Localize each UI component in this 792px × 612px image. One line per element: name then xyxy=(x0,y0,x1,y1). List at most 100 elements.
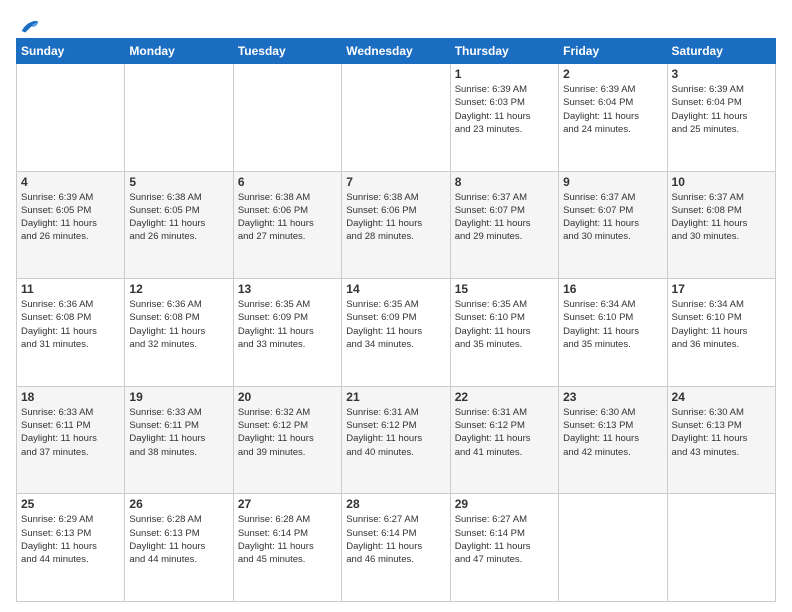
calendar-cell xyxy=(342,64,450,172)
day-number: 25 xyxy=(21,497,120,511)
day-number: 14 xyxy=(346,282,445,296)
day-number: 24 xyxy=(672,390,771,404)
calendar-cell: 15Sunrise: 6:35 AM Sunset: 6:10 PM Dayli… xyxy=(450,279,558,387)
day-number: 27 xyxy=(238,497,337,511)
calendar-cell: 5 Sunrise: 6:38 AM Sunset: 6:05 PM Daylig… xyxy=(125,171,233,279)
calendar-cell: 27 Sunrise: 6:28 AM Sunset: 6:14 PM Dayli… xyxy=(233,494,341,602)
day-number: 5 xyxy=(129,175,228,189)
calendar-cell: 2 Sunrise: 6:39 AM Sunset: 6:04 PM Daylig… xyxy=(559,64,667,172)
day-number: 18 xyxy=(21,390,120,404)
day-info: Sunrise: 6:31 AM Sunset: 6:12 PM Dayligh… xyxy=(455,406,554,459)
day-info: Sunrise: 6:35 AM Sunset: 6:10 PM Dayligh… xyxy=(455,298,554,351)
day-info: Sunrise: 6:31 AM Sunset: 6:12 PM Dayligh… xyxy=(346,406,445,459)
calendar-cell: 13 Sunrise: 6:35 AM Sunset: 6:09 PM Dayli… xyxy=(233,279,341,387)
day-info: Sunrise: 6:37 AM Sunset: 6:07 PM Dayligh… xyxy=(563,191,662,244)
day-info: Sunrise: 6:39 AM Sunset: 6:04 PM Dayligh… xyxy=(563,83,662,136)
calendar-cell: 1 Sunrise: 6:39 AM Sunset: 6:03 PM Daylig… xyxy=(450,64,558,172)
day-number: 26 xyxy=(129,497,228,511)
calendar-cell: 11 Sunrise: 6:36 AM Sunset: 6:08 PM Dayli… xyxy=(17,279,125,387)
day-info: Sunrise: 6:39 AM Sunset: 6:04 PM Dayligh… xyxy=(672,83,771,136)
header xyxy=(16,12,776,34)
weekday-header-wednesday: Wednesday xyxy=(342,39,450,64)
day-number: 7 xyxy=(346,175,445,189)
day-info: Sunrise: 6:37 AM Sunset: 6:08 PM Dayligh… xyxy=(672,191,771,244)
calendar-cell xyxy=(233,64,341,172)
calendar-cell: 16 Sunrise: 6:34 AM Sunset: 6:10 PM Dayli… xyxy=(559,279,667,387)
day-number: 21 xyxy=(346,390,445,404)
weekday-header-thursday: Thursday xyxy=(450,39,558,64)
day-info: Sunrise: 6:39 AM Sunset: 6:05 PM Dayligh… xyxy=(21,191,120,244)
day-number: 19 xyxy=(129,390,228,404)
calendar-table: SundayMondayTuesdayWednesdayThursdayFrid… xyxy=(16,38,776,602)
day-info: Sunrise: 6:37 AM Sunset: 6:07 PM Dayligh… xyxy=(455,191,554,244)
calendar-cell: 20Sunrise: 6:32 AM Sunset: 6:12 PM Dayli… xyxy=(233,386,341,494)
day-info: Sunrise: 6:38 AM Sunset: 6:05 PM Dayligh… xyxy=(129,191,228,244)
day-info: Sunrise: 6:33 AM Sunset: 6:11 PM Dayligh… xyxy=(21,406,120,459)
day-info: Sunrise: 6:35 AM Sunset: 6:09 PM Dayligh… xyxy=(346,298,445,351)
day-info: Sunrise: 6:33 AM Sunset: 6:11 PM Dayligh… xyxy=(129,406,228,459)
day-info: Sunrise: 6:35 AM Sunset: 6:09 PM Dayligh… xyxy=(238,298,337,351)
day-number: 16 xyxy=(563,282,662,296)
day-number: 1 xyxy=(455,67,554,81)
calendar-cell: 9 Sunrise: 6:37 AM Sunset: 6:07 PM Daylig… xyxy=(559,171,667,279)
day-info: Sunrise: 6:38 AM Sunset: 6:06 PM Dayligh… xyxy=(346,191,445,244)
day-number: 13 xyxy=(238,282,337,296)
day-number: 9 xyxy=(563,175,662,189)
calendar-cell: 6 Sunrise: 6:38 AM Sunset: 6:06 PM Daylig… xyxy=(233,171,341,279)
weekday-header-row: SundayMondayTuesdayWednesdayThursdayFrid… xyxy=(17,39,776,64)
calendar-cell: 22 Sunrise: 6:31 AM Sunset: 6:12 PM Dayli… xyxy=(450,386,558,494)
day-number: 29 xyxy=(455,497,554,511)
calendar-cell: 21 Sunrise: 6:31 AM Sunset: 6:12 PM Dayli… xyxy=(342,386,450,494)
day-number: 6 xyxy=(238,175,337,189)
calendar-cell: 26 Sunrise: 6:28 AM Sunset: 6:13 PM Dayli… xyxy=(125,494,233,602)
calendar-cell: 29 Sunrise: 6:27 AM Sunset: 6:14 PM Dayli… xyxy=(450,494,558,602)
calendar-cell xyxy=(125,64,233,172)
day-number: 28 xyxy=(346,497,445,511)
day-info: Sunrise: 6:38 AM Sunset: 6:06 PM Dayligh… xyxy=(238,191,337,244)
calendar-cell: 4 Sunrise: 6:39 AM Sunset: 6:05 PM Daylig… xyxy=(17,171,125,279)
weekday-header-sunday: Sunday xyxy=(17,39,125,64)
day-number: 10 xyxy=(672,175,771,189)
calendar-week-row: 1 Sunrise: 6:39 AM Sunset: 6:03 PM Daylig… xyxy=(17,64,776,172)
day-number: 3 xyxy=(672,67,771,81)
calendar-cell: 19 Sunrise: 6:33 AM Sunset: 6:11 PM Dayli… xyxy=(125,386,233,494)
day-info: Sunrise: 6:39 AM Sunset: 6:03 PM Dayligh… xyxy=(455,83,554,136)
calendar-cell: 25Sunrise: 6:29 AM Sunset: 6:13 PM Dayli… xyxy=(17,494,125,602)
day-info: Sunrise: 6:28 AM Sunset: 6:14 PM Dayligh… xyxy=(238,513,337,566)
calendar-cell: 17Sunrise: 6:34 AM Sunset: 6:10 PM Dayli… xyxy=(667,279,775,387)
day-number: 23 xyxy=(563,390,662,404)
calendar-cell: 24 Sunrise: 6:30 AM Sunset: 6:13 PM Dayli… xyxy=(667,386,775,494)
day-info: Sunrise: 6:36 AM Sunset: 6:08 PM Dayligh… xyxy=(129,298,228,351)
calendar-cell xyxy=(667,494,775,602)
calendar-cell xyxy=(559,494,667,602)
weekday-header-tuesday: Tuesday xyxy=(233,39,341,64)
day-number: 12 xyxy=(129,282,228,296)
day-info: Sunrise: 6:36 AM Sunset: 6:08 PM Dayligh… xyxy=(21,298,120,351)
weekday-header-monday: Monday xyxy=(125,39,233,64)
day-number: 4 xyxy=(21,175,120,189)
day-number: 2 xyxy=(563,67,662,81)
calendar-cell xyxy=(17,64,125,172)
calendar-cell: 10 Sunrise: 6:37 AM Sunset: 6:08 PM Dayli… xyxy=(667,171,775,279)
day-info: Sunrise: 6:27 AM Sunset: 6:14 PM Dayligh… xyxy=(455,513,554,566)
calendar-week-row: 4 Sunrise: 6:39 AM Sunset: 6:05 PM Daylig… xyxy=(17,171,776,279)
day-info: Sunrise: 6:32 AM Sunset: 6:12 PM Dayligh… xyxy=(238,406,337,459)
calendar-cell: 14 Sunrise: 6:35 AM Sunset: 6:09 PM Dayli… xyxy=(342,279,450,387)
calendar-cell: 8 Sunrise: 6:37 AM Sunset: 6:07 PM Daylig… xyxy=(450,171,558,279)
day-info: Sunrise: 6:34 AM Sunset: 6:10 PM Dayligh… xyxy=(672,298,771,351)
calendar-cell: 23 Sunrise: 6:30 AM Sunset: 6:13 PM Dayli… xyxy=(559,386,667,494)
day-info: Sunrise: 6:34 AM Sunset: 6:10 PM Dayligh… xyxy=(563,298,662,351)
day-number: 11 xyxy=(21,282,120,296)
day-info: Sunrise: 6:30 AM Sunset: 6:13 PM Dayligh… xyxy=(563,406,662,459)
calendar-cell: 18 Sunrise: 6:33 AM Sunset: 6:11 PM Dayli… xyxy=(17,386,125,494)
calendar-week-row: 25Sunrise: 6:29 AM Sunset: 6:13 PM Dayli… xyxy=(17,494,776,602)
logo xyxy=(16,16,40,34)
page: SundayMondayTuesdayWednesdayThursdayFrid… xyxy=(0,0,792,612)
day-number: 22 xyxy=(455,390,554,404)
calendar-cell: 7 Sunrise: 6:38 AM Sunset: 6:06 PM Daylig… xyxy=(342,171,450,279)
day-info: Sunrise: 6:30 AM Sunset: 6:13 PM Dayligh… xyxy=(672,406,771,459)
day-info: Sunrise: 6:28 AM Sunset: 6:13 PM Dayligh… xyxy=(129,513,228,566)
day-number: 8 xyxy=(455,175,554,189)
weekday-header-saturday: Saturday xyxy=(667,39,775,64)
weekday-header-friday: Friday xyxy=(559,39,667,64)
